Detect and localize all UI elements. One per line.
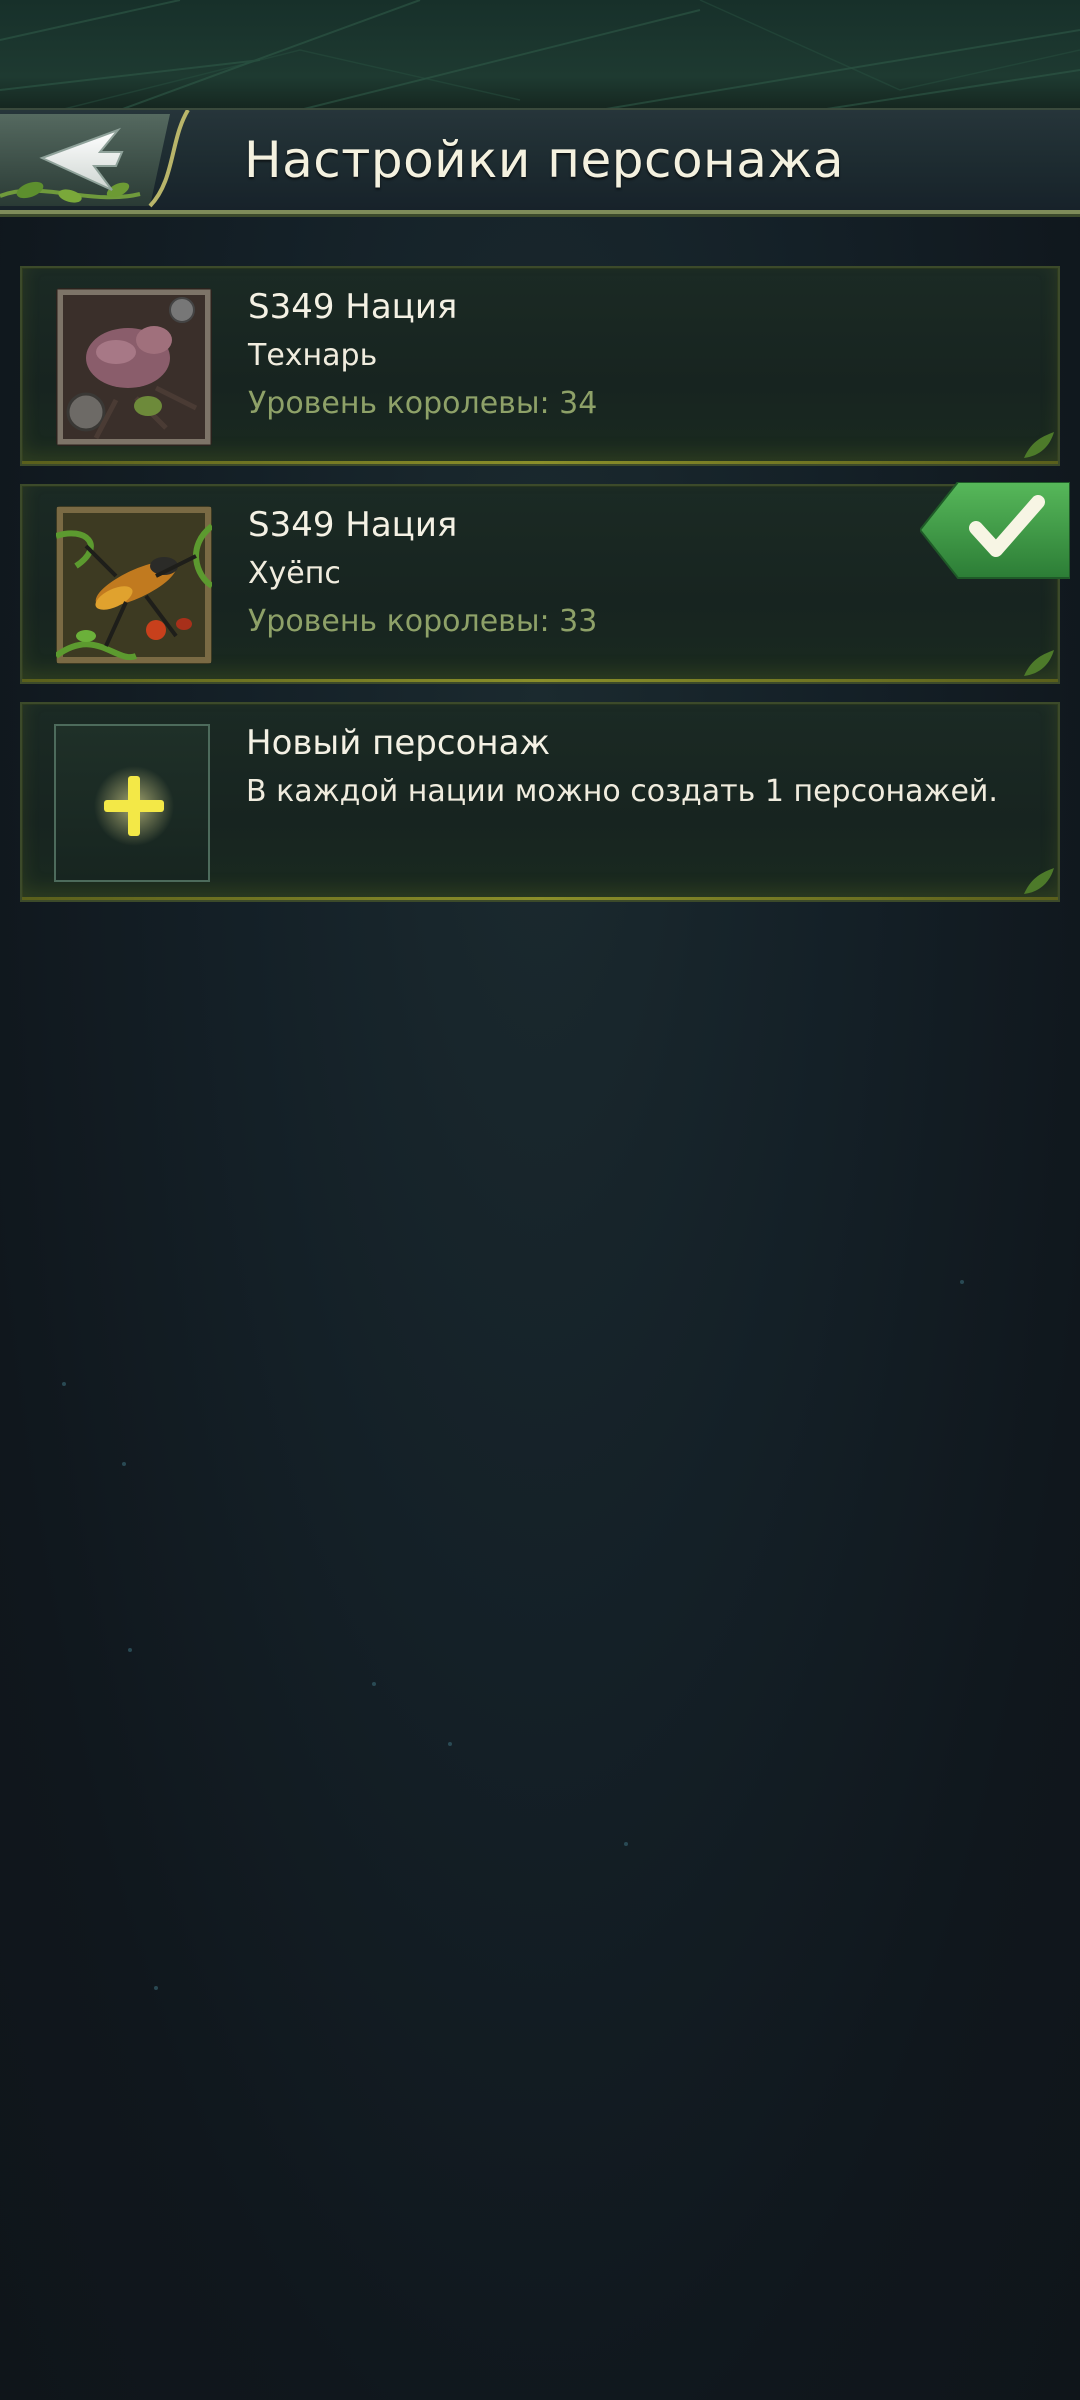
- character-name: Хуёпс: [248, 556, 341, 591]
- back-button[interactable]: [20, 124, 130, 196]
- leaf-icon: [1024, 650, 1054, 676]
- character-name: Технарь: [248, 338, 378, 373]
- top-banner: [0, 0, 1080, 110]
- plus-icon: [94, 766, 174, 846]
- queen-level: Уровень королевы: 34: [248, 386, 598, 421]
- character-nation: S349 Нация: [248, 287, 458, 327]
- add-character-button[interactable]: [54, 724, 210, 882]
- new-character-description: В каждой нации можно создать 1 персонаже…: [246, 774, 998, 809]
- character-nation: S349 Нация: [248, 505, 458, 545]
- new-character-card[interactable]: Новый персонаж В каждой нации можно созд…: [20, 702, 1060, 902]
- leaf-icon: [1024, 868, 1054, 894]
- character-card[interactable]: S349 Нация Технарь Уровень королевы: 34: [20, 266, 1060, 466]
- character-card-selected[interactable]: S349 Нация Хуёпс Уровень королевы: 33: [20, 482, 1070, 684]
- leaf-icon: [1024, 432, 1054, 458]
- selected-check-icon: [920, 482, 1070, 579]
- queen-level: Уровень королевы: 33: [248, 604, 598, 639]
- new-character-title: Новый персонаж: [246, 723, 551, 763]
- back-arrow-icon: [39, 127, 124, 191]
- character-avatar: [56, 506, 212, 664]
- header-bar: Настройки персонажа: [0, 108, 1080, 214]
- page-title: Настройки персонажа: [244, 131, 845, 189]
- character-avatar: [56, 288, 212, 446]
